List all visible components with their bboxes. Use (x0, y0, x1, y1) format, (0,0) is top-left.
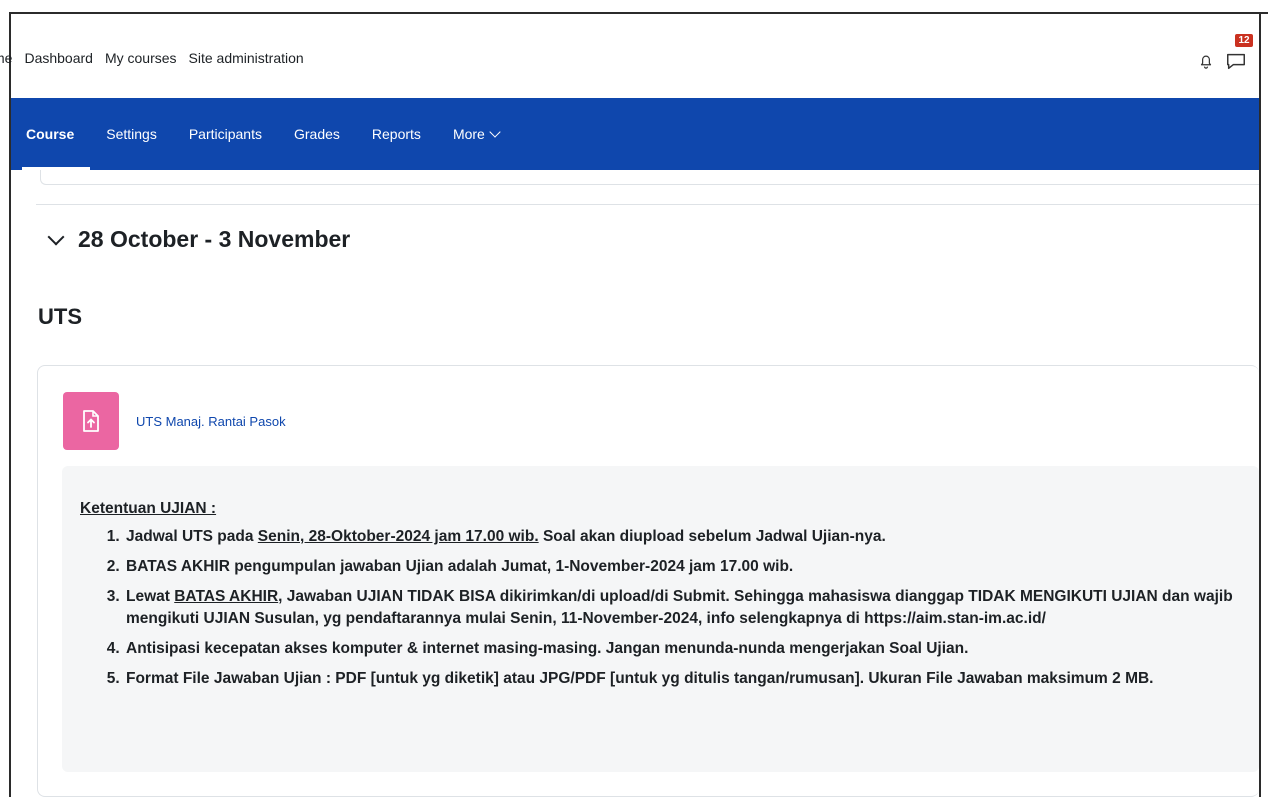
rule-3-underlined: BATAS AKHIR (174, 588, 279, 605)
primary-navigation: me Dashboard My courses Site administrat… (0, 50, 316, 66)
previous-section-card-edge (40, 170, 1259, 185)
secondary-navbar: Course Settings Participants Grades Repo… (11, 98, 1259, 170)
list-item: Antisipasi kecepatan akses komputer & in… (124, 638, 1239, 660)
tab-more-dropdown[interactable]: More (452, 98, 501, 170)
section-divider (36, 204, 1259, 205)
tab-participants-label: Participants (188, 126, 262, 142)
list-item: BATAS AKHIR pengumpulan jawaban Ujian ad… (124, 556, 1239, 578)
notification-bell-icon[interactable] (1197, 52, 1215, 70)
tab-grades[interactable]: Grades (294, 98, 340, 170)
course-tabs: Course Settings Participants Grades Repo… (11, 98, 531, 170)
tab-reports[interactable]: Reports (372, 98, 421, 170)
rule-1-text-a: Jadwal UTS pada (126, 528, 258, 545)
activity-link[interactable]: UTS Manaj. Rantai Pasok (136, 414, 286, 429)
rule-3-text-a: Lewat (126, 588, 175, 605)
description-content: Ketentuan UJIAN : Jadwal UTS pada Senin,… (80, 498, 1239, 698)
list-item: Jadwal UTS pada Senin, 28-Oktober-2024 j… (124, 526, 1239, 548)
list-item: Format File Jawaban Ujian : PDF [untuk y… (124, 668, 1239, 690)
file-upload-icon (83, 410, 99, 432)
section-header: 28 October - 3 November (47, 226, 351, 253)
message-drawer-icon[interactable] (1225, 50, 1247, 72)
window-frame-right (1259, 12, 1261, 797)
tab-course[interactable]: Course (21, 98, 91, 170)
tab-reports-label: Reports (371, 126, 421, 142)
activity-description: Ketentuan UJIAN : Jadwal UTS pada Senin,… (62, 466, 1259, 772)
assignment-upload-icon[interactable] (63, 392, 119, 450)
section-collapse-chevron-icon[interactable] (47, 228, 65, 245)
nav-home-link[interactable]: me (0, 50, 12, 66)
rule-1-text-b: Soal akan diupload sebelum Jadwal Ujian-… (538, 528, 886, 545)
tab-grades-label: Grades (293, 126, 340, 142)
nav-site-administration-link[interactable]: Site administration (189, 50, 304, 66)
message-count-badge: 12 (1235, 34, 1253, 47)
activity-card: UTS Manaj. Rantai Pasok Ketentuan UJIAN … (37, 365, 1259, 797)
rule-3-text-b: , Jawaban UJIAN TIDAK BISA dikirimkan/di… (126, 588, 1233, 627)
tab-participants[interactable]: Participants (189, 98, 262, 170)
tab-more-label: More (452, 126, 485, 142)
rule-1-date: Senin, 28-Oktober-2024 jam 17.00 wib. (257, 528, 539, 545)
section-title: 28 October - 3 November (78, 226, 351, 252)
list-item: Lewat BATAS AKHIR, Jawaban UJIAN TIDAK B… (124, 586, 1239, 630)
section-subtitle: UTS (38, 304, 82, 329)
top-navbar: me Dashboard My courses Site administrat… (0, 14, 1259, 98)
tab-course-label: Course (26, 126, 75, 142)
rules-list: Jadwal UTS pada Senin, 28-Oktober-2024 j… (80, 526, 1239, 690)
nav-my-courses-link[interactable]: My courses (105, 50, 177, 66)
tab-settings[interactable]: Settings (106, 98, 157, 170)
description-heading: Ketentuan UJIAN : (80, 500, 217, 517)
chevron-down-icon (489, 126, 501, 138)
nav-dashboard-link[interactable]: Dashboard (24, 50, 93, 66)
tab-settings-label: Settings (106, 126, 157, 142)
